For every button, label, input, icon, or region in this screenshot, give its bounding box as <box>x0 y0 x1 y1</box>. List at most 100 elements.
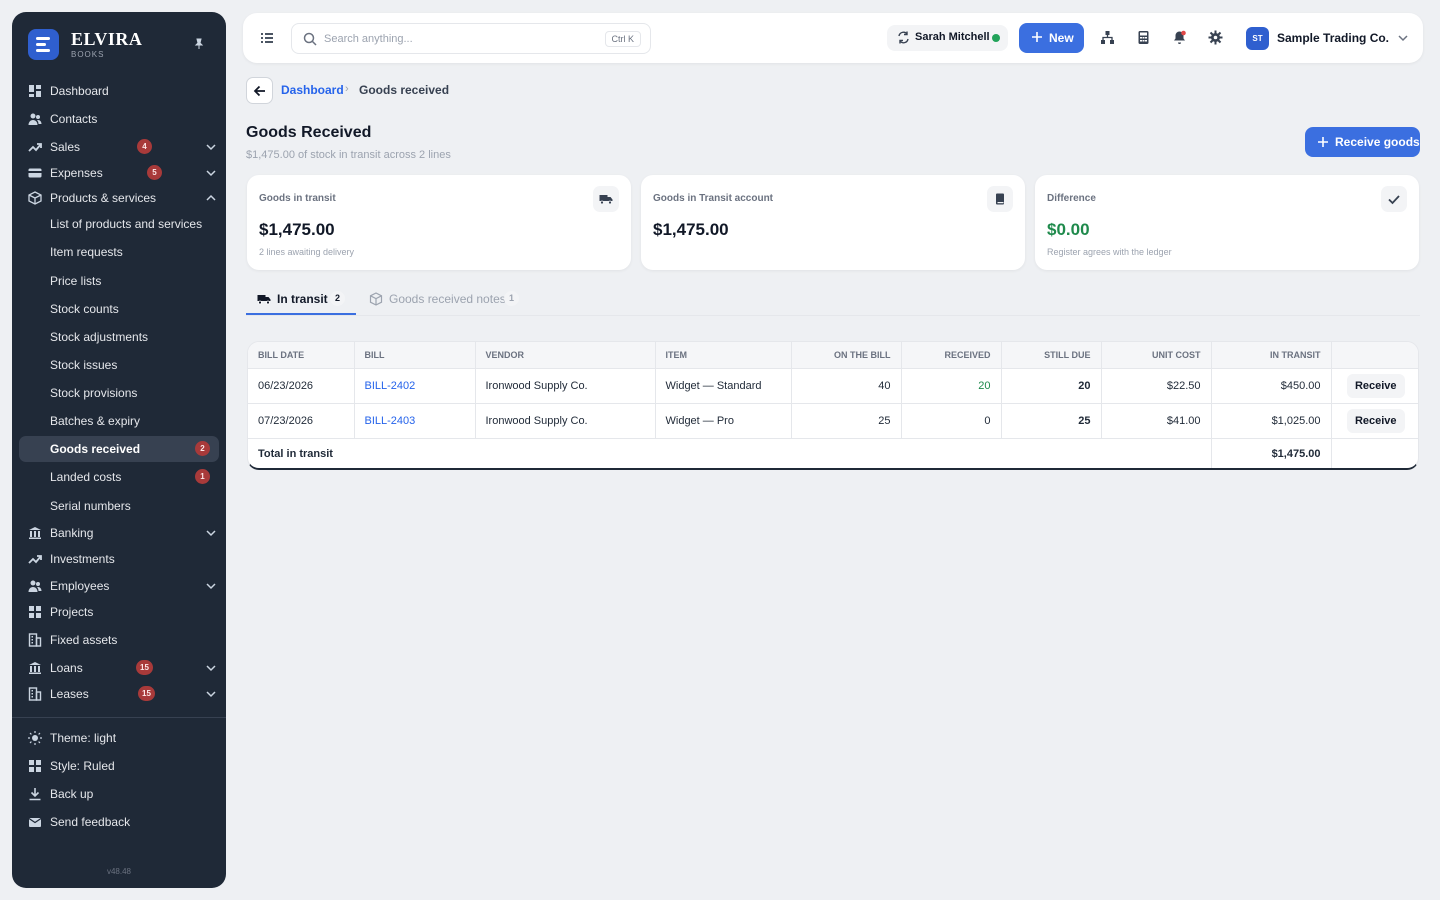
sidebar-item-item-requests[interactable]: Item requests <box>19 239 219 265</box>
plus-icon <box>1318 137 1328 147</box>
user-name: Sarah Mitchell <box>915 31 990 43</box>
notifications-bell-icon[interactable] <box>1172 30 1187 45</box>
card-value: $1,475.00 <box>259 220 335 239</box>
sidebar-item-fixed-assets[interactable]: Fixed assets <box>19 627 219 653</box>
mail-icon <box>28 818 42 827</box>
bill-link[interactable]: BILL-2402 <box>354 368 476 404</box>
chevron-down-icon[interactable] <box>205 527 217 539</box>
download-icon <box>29 788 41 801</box>
sidebar-item-label: Projects <box>50 605 94 619</box>
tab-count-badge: 2 <box>330 291 345 306</box>
sidebar-item-label: Back up <box>50 787 94 801</box>
sidebar-item-projects[interactable]: Projects <box>19 599 219 625</box>
back-button[interactable] <box>246 77 273 104</box>
sidebar-item-investments[interactable]: Investments <box>19 546 219 572</box>
receive-button[interactable]: Receive <box>1346 373 1405 398</box>
credit-card-icon <box>28 168 42 178</box>
sidebar-item-product-list[interactable]: List of products and services <box>19 211 219 237</box>
goods-received-count-badge: 2 <box>195 441 210 456</box>
breadcrumb-current: Goods received <box>359 83 450 97</box>
sidebar-item-loans[interactable]: Loans 15 <box>19 655 219 681</box>
search-input[interactable] <box>324 30 584 48</box>
card-title: Goods in transit <box>259 193 336 204</box>
sidebar-item-label: Banking <box>50 526 94 540</box>
chevron-up-icon[interactable] <box>205 192 217 204</box>
sidebar-item-batches-expiry[interactable]: Batches & expiry <box>19 408 219 434</box>
sidebar-item-leases[interactable]: Leases 15 <box>19 681 219 707</box>
column-header[interactable]: UNIT COST <box>1101 342 1212 369</box>
sidebar-backup[interactable]: Back up <box>19 781 219 807</box>
sidebar-item-label: Contacts <box>50 112 98 126</box>
arrow-left-icon <box>253 85 265 97</box>
dashboard-icon <box>29 85 41 97</box>
receive-goods-button[interactable]: Receive goods <box>1305 127 1420 157</box>
sidebar-item-serial-numbers[interactable]: Serial numbers <box>19 493 219 519</box>
sidebar-item-employees[interactable]: Employees <box>19 573 219 599</box>
list-menu-icon[interactable] <box>260 31 274 45</box>
sidebar-item-goods-received[interactable]: Goods received 2 <box>19 436 219 462</box>
new-button-label: New <box>1049 31 1074 45</box>
gear-icon[interactable] <box>1208 30 1223 45</box>
in-transit: $450.00 <box>1211 368 1332 404</box>
sidebar-item-expenses[interactable]: Expenses 5 <box>19 160 219 186</box>
sidebar-item-stock-issues[interactable]: Stock issues <box>19 352 219 378</box>
sidebar-item-label: Investments <box>50 552 115 566</box>
organization-switcher[interactable]: ST Sample Trading Co. <box>1246 25 1409 51</box>
chevron-down-icon[interactable] <box>205 688 217 700</box>
app-version: v48.48 <box>106 867 132 876</box>
sidebar-item-banking[interactable]: Banking <box>19 520 219 546</box>
grid-icon <box>29 606 41 618</box>
column-header[interactable]: BILL DATE <box>248 342 355 369</box>
sidebar-item-label: List of products and services <box>50 217 203 231</box>
sidebar-item-dashboard[interactable]: Dashboard <box>19 78 219 104</box>
sidebar-item-stock-provisions[interactable]: Stock provisions <box>19 380 219 406</box>
chevron-down-icon[interactable] <box>205 167 217 179</box>
sidebar-item-stock-counts[interactable]: Stock counts <box>19 296 219 322</box>
trend-icon <box>28 143 42 152</box>
chevron-down-icon[interactable] <box>205 141 217 153</box>
breadcrumb-dashboard-link[interactable]: Dashboard <box>281 83 344 97</box>
column-header[interactable]: ITEM <box>655 342 792 369</box>
chevron-down-icon[interactable] <box>205 580 217 592</box>
column-header[interactable]: IN TRANSIT <box>1211 342 1332 369</box>
sidebar-item-sales[interactable]: Sales 4 <box>19 134 219 160</box>
sales-count-badge: 4 <box>137 139 152 154</box>
sidebar-send-feedback[interactable]: Send feedback <box>19 809 219 835</box>
receive-button[interactable]: Receive <box>1346 408 1405 433</box>
chevron-down-icon[interactable] <box>205 662 217 674</box>
sidebar-item-stock-adjustments[interactable]: Stock adjustments <box>19 324 219 350</box>
grid-icon <box>29 760 41 772</box>
sidebar-item-label: Dashboard <box>50 84 109 98</box>
column-header[interactable]: STILL DUE <box>1001 342 1102 369</box>
contacts-icon <box>28 113 42 125</box>
brand[interactable]: ELVIRA BOOKS <box>28 29 142 60</box>
column-header[interactable]: BILL <box>354 342 476 369</box>
sidebar-item-label: Fixed assets <box>50 633 118 647</box>
column-header[interactable]: VENDOR <box>475 342 656 369</box>
sidebar-item-label: Batches & expiry <box>50 414 141 428</box>
in-transit: $1,025.00 <box>1211 403 1332 439</box>
search-box[interactable]: Ctrl K <box>291 23 651 54</box>
card-value: $1,475.00 <box>653 220 729 239</box>
tabs-divider <box>246 315 1420 316</box>
sidebar-item-price-lists[interactable]: Price lists <box>19 268 219 294</box>
column-header[interactable]: ON THE BILL <box>791 342 902 369</box>
user-switcher[interactable]: Sarah Mitchell <box>887 25 1008 51</box>
bill-link[interactable]: BILL-2403 <box>354 403 476 439</box>
sidebar-item-products-services[interactable]: Products & services <box>19 185 219 211</box>
sidebar-item-label: Expenses <box>50 166 103 180</box>
column-header[interactable]: RECEIVED <box>901 342 1002 369</box>
sidebar-item-label: Goods received <box>50 442 141 456</box>
calculator-icon[interactable] <box>1136 30 1151 45</box>
sidebar-item-contacts[interactable]: Contacts <box>19 106 219 132</box>
sidebar-item-landed-costs[interactable]: Landed costs 1 <box>19 464 219 490</box>
org-chart-icon[interactable] <box>1100 30 1115 45</box>
truck-icon <box>257 295 271 305</box>
org-name: Sample Trading Co. <box>1277 31 1390 45</box>
sidebar-theme-toggle[interactable]: Theme: light <box>19 725 219 751</box>
table-row: 07/23/2026 BILL-2403 Ironwood Supply Co.… <box>248 403 1418 439</box>
new-button[interactable]: New <box>1019 23 1084 53</box>
sidebar-style-toggle[interactable]: Style: Ruled <box>19 753 219 779</box>
pin-icon[interactable] <box>192 38 206 52</box>
switch-icon <box>898 31 909 44</box>
